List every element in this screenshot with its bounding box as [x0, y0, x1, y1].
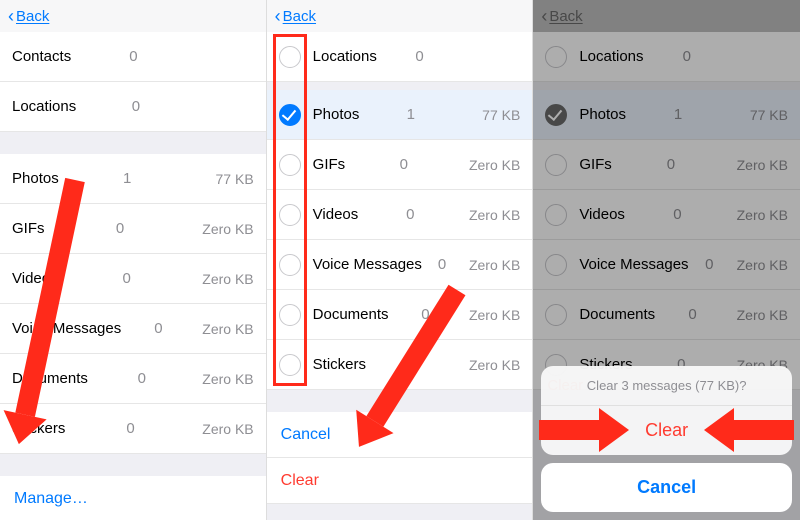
radio-unchecked-icon[interactable]	[279, 204, 301, 226]
row-size: Zero KB	[196, 371, 254, 387]
row-stickers[interactable]: Stickers 0 Zero KB	[0, 404, 266, 454]
panel-2-manage-select: ‹ Back Locations 0 Photos 1 77 KB GIFs 0	[267, 0, 534, 520]
row-count: 0	[366, 356, 462, 373]
manage-label: Manage…	[14, 490, 88, 508]
row-label: Videos	[313, 206, 359, 223]
row-label: Stickers	[12, 420, 65, 437]
radio-unchecked-icon[interactable]	[279, 304, 301, 326]
back-button[interactable]: ‹ Back	[0, 0, 266, 32]
row-count: 0	[389, 306, 463, 323]
row-label: Voice Messages	[12, 320, 121, 337]
row-gifs[interactable]: GIFs 0 Zero KB	[267, 140, 533, 190]
back-label: Back	[16, 8, 49, 25]
clear-label: Clear	[645, 420, 688, 440]
panel-1-storage-detail: ‹ Back Contacts 0 Locations 0 Photos 1 7…	[0, 0, 267, 520]
row-count: 1	[59, 170, 196, 187]
group-counts: Contacts 0 Locations 0	[0, 32, 266, 132]
manage-button[interactable]: Manage…	[0, 476, 266, 520]
chevron-left-icon: ‹	[8, 6, 14, 27]
row-documents[interactable]: Documents 0 Zero KB	[0, 354, 266, 404]
row-contacts[interactable]: Contacts 0	[0, 32, 266, 82]
row-count: 0	[121, 320, 195, 337]
cancel-label: Cancel	[281, 426, 331, 444]
row-count: 0	[65, 420, 195, 437]
section-gap	[0, 132, 266, 154]
section-gap	[267, 82, 533, 90]
row-count: 0	[422, 256, 462, 273]
row-size: Zero KB	[462, 257, 520, 273]
clear-button[interactable]: Clear	[267, 458, 533, 504]
back-button[interactable]: ‹ Back	[267, 0, 533, 32]
action-sheet-card: Clear 3 messages (77 KB)? Clear	[541, 366, 792, 455]
action-sheet-clear-button[interactable]: Clear	[541, 406, 792, 455]
radio-unchecked-icon[interactable]	[279, 354, 301, 376]
radio-checked-icon[interactable]	[279, 104, 301, 126]
row-label: Videos	[12, 270, 58, 287]
row-size: Zero KB	[196, 421, 254, 437]
section-gap	[0, 454, 266, 476]
cancel-button[interactable]: Cancel	[267, 412, 533, 458]
row-videos[interactable]: Videos 0 Zero KB	[0, 254, 266, 304]
row-size: Zero KB	[462, 307, 520, 323]
row-label: Stickers	[313, 356, 366, 373]
row-voice-messages[interactable]: Voice Messages 0 Zero KB	[267, 240, 533, 290]
row-stickers[interactable]: Stickers 0 Zero KB	[267, 340, 533, 390]
group-selectable: Locations 0 Photos 1 77 KB GIFs 0 Zero K…	[267, 32, 533, 390]
radio-unchecked-icon[interactable]	[279, 154, 301, 176]
action-sheet-message: Clear 3 messages (77 KB)?	[541, 366, 792, 406]
row-label: Photos	[12, 170, 59, 187]
row-label: Photos	[313, 106, 360, 123]
action-sheet: Clear 3 messages (77 KB)? Clear Cancel	[541, 366, 792, 512]
group-actions: Manage…	[0, 476, 266, 520]
row-label: GIFs	[12, 220, 45, 237]
row-size: Zero KB	[462, 207, 520, 223]
cancel-label: Cancel	[637, 477, 696, 497]
row-count: 0	[76, 98, 195, 115]
row-count: 0	[377, 48, 462, 65]
row-label: Documents	[12, 370, 88, 387]
row-photos[interactable]: Photos 1 77 KB	[267, 90, 533, 140]
section-gap	[267, 390, 533, 412]
row-size: 77 KB	[196, 171, 254, 187]
row-count: 1	[359, 106, 462, 123]
row-size: Zero KB	[196, 321, 254, 337]
row-label: Locations	[12, 98, 76, 115]
row-size: Zero KB	[196, 221, 254, 237]
group-media: Photos 1 77 KB GIFs 0 Zero KB Videos 0 Z…	[0, 154, 266, 454]
row-count: 0	[358, 206, 462, 223]
panel-3-confirm-sheet: ‹ Back Locations 0 Photos 1 77 KB GIFs 0	[533, 0, 800, 520]
radio-unchecked-icon[interactable]	[279, 254, 301, 276]
row-label: GIFs	[313, 156, 346, 173]
row-count: 0	[45, 220, 196, 237]
three-panel-tutorial: ‹ Back Contacts 0 Locations 0 Photos 1 7…	[0, 0, 800, 520]
row-photos[interactable]: Photos 1 77 KB	[0, 154, 266, 204]
row-videos[interactable]: Videos 0 Zero KB	[267, 190, 533, 240]
chevron-left-icon: ‹	[275, 6, 281, 27]
row-size: Zero KB	[462, 157, 520, 173]
group-actions: Cancel Clear	[267, 412, 533, 504]
row-label: Locations	[313, 48, 377, 65]
back-label: Back	[283, 8, 316, 25]
row-size: Zero KB	[196, 271, 254, 287]
row-count: 0	[345, 156, 462, 173]
row-count: 0	[88, 370, 196, 387]
row-locations[interactable]: Locations 0	[0, 82, 266, 132]
row-gifs[interactable]: GIFs 0 Zero KB	[0, 204, 266, 254]
row-size: Zero KB	[462, 357, 520, 373]
row-label: Documents	[313, 306, 389, 323]
row-locations[interactable]: Locations 0	[267, 32, 533, 82]
row-label: Voice Messages	[313, 256, 422, 273]
row-documents[interactable]: Documents 0 Zero KB	[267, 290, 533, 340]
row-count: 0	[58, 270, 196, 287]
radio-unchecked-icon[interactable]	[279, 46, 301, 68]
action-sheet-cancel-button[interactable]: Cancel	[541, 463, 792, 512]
row-label: Contacts	[12, 48, 71, 65]
row-size: 77 KB	[462, 107, 520, 123]
row-count: 0	[71, 48, 195, 65]
row-voice-messages[interactable]: Voice Messages 0 Zero KB	[0, 304, 266, 354]
clear-label: Clear	[281, 472, 319, 490]
